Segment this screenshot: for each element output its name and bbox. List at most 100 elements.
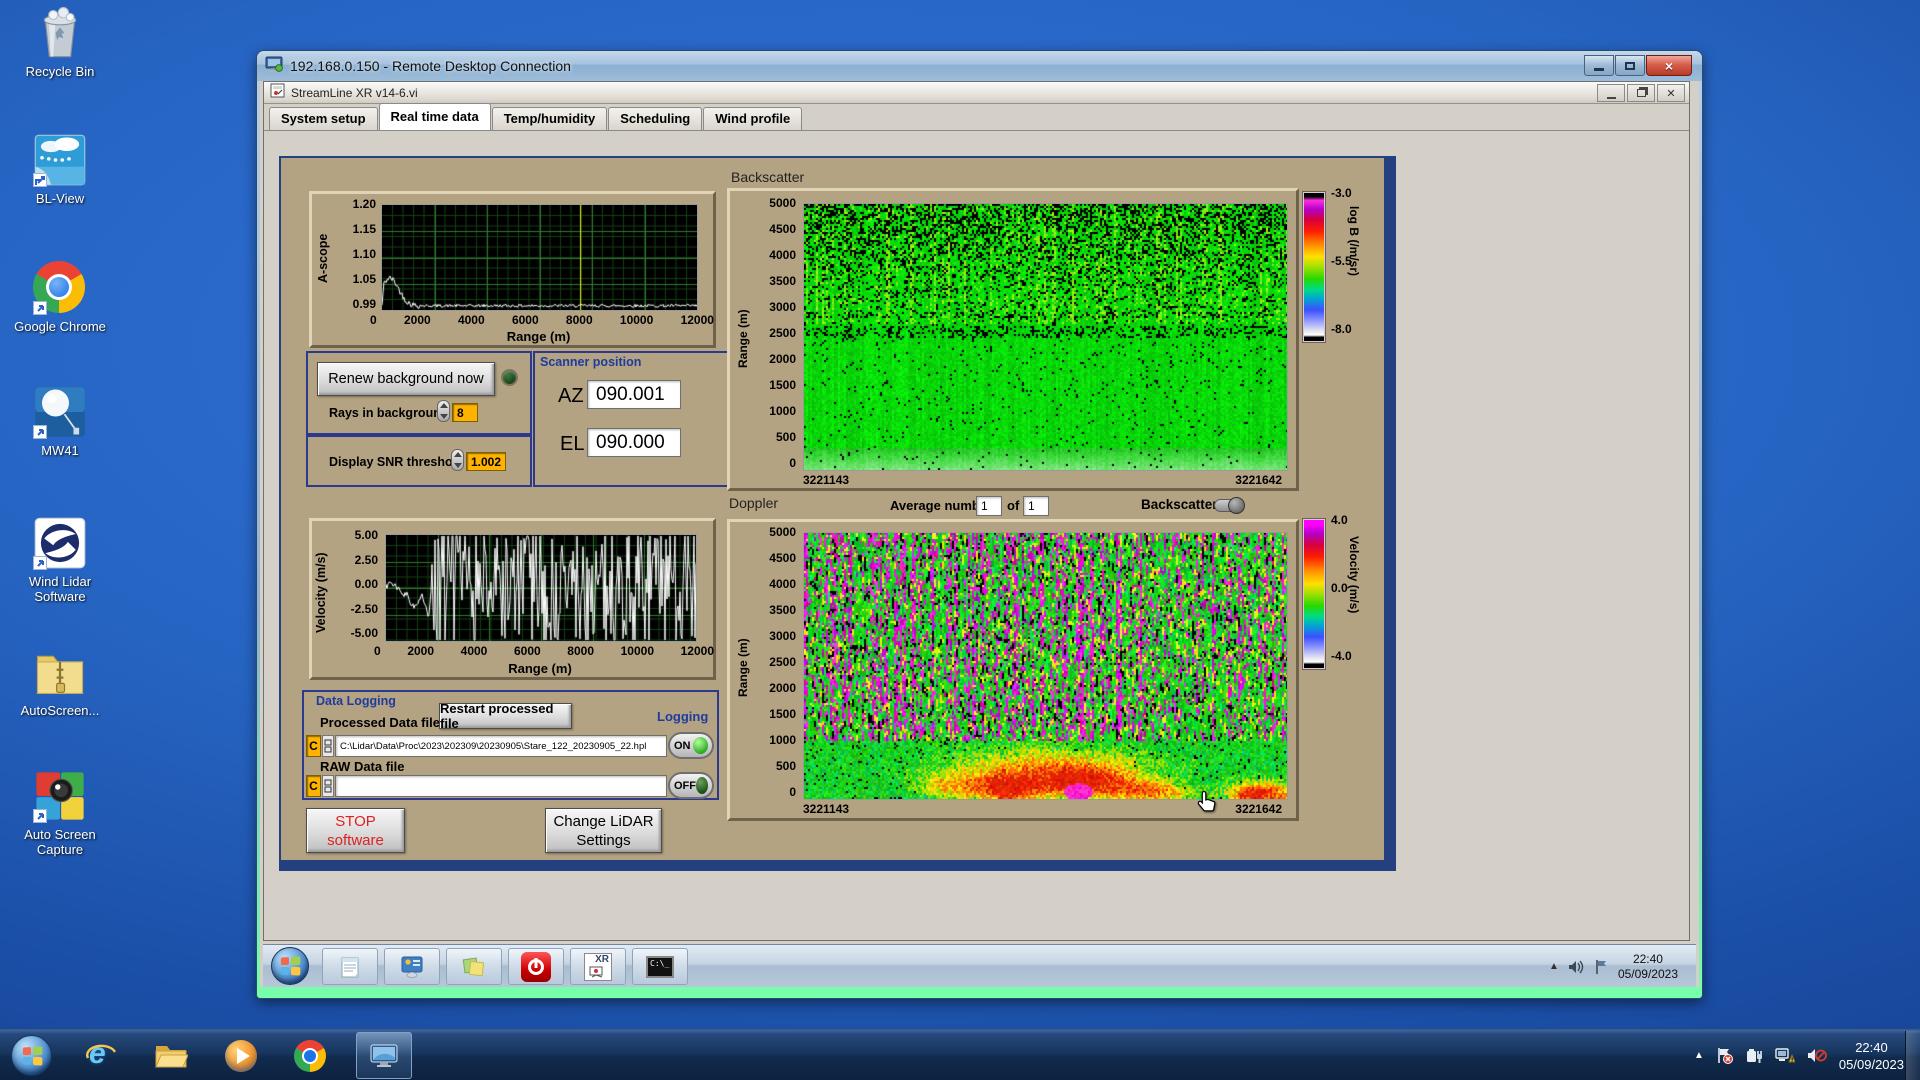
host-taskbar: e ▲ 22:40 05/09/2023 (0, 1029, 1920, 1080)
tab-wind-profile[interactable]: Wind profile (703, 107, 803, 130)
wind-lidar-icon (33, 516, 87, 570)
rdp-minimize-button[interactable] (1584, 55, 1614, 76)
app-titlebar[interactable]: StreamLine XR v14-6.vi ✕ (264, 82, 1689, 104)
desktop-icon-mw41[interactable]: MW41 (8, 385, 112, 458)
rays-value-field[interactable]: 8 (452, 403, 478, 422)
doppler-graph: Range (m) 5000 4500 4000 3500 3000 2500 2000 15… (727, 519, 1299, 821)
taskbar-internet-explorer-button[interactable]: e (84, 1037, 118, 1073)
tab-real-time-data[interactable]: Real time data (378, 103, 491, 130)
taskbar-media-player-button[interactable] (224, 1039, 258, 1073)
average-count-field[interactable]: 1 (1023, 496, 1049, 516)
auto-screen-capture-icon (33, 769, 87, 823)
stop-line2: software (327, 831, 384, 849)
remote-taskbar-display-settings-button[interactable] (384, 948, 440, 985)
remote-taskbar-command-prompt-button[interactable]: C:\_ (632, 948, 688, 985)
az-value-field[interactable]: 090.001 (587, 380, 681, 409)
velocity-plot[interactable] (385, 534, 697, 642)
remote-taskbar-notepad-button[interactable] (322, 948, 378, 985)
raw-path-browse-icon[interactable] (322, 775, 334, 797)
ascope-y-axis-label: A-scope (316, 233, 330, 284)
change-line1: Change LiDAR (553, 812, 654, 830)
desktop-icon-auto-screen-capture[interactable]: Auto Screen Capture (8, 769, 112, 857)
network-warning-icon[interactable] (1775, 1047, 1795, 1064)
tick-label: 4000 (769, 577, 796, 591)
tick-label: 8000 (565, 313, 593, 327)
tick-label: 2000 (769, 352, 796, 366)
ascope-plot[interactable] (381, 204, 698, 311)
stop-software-button[interactable]: STOP software (306, 808, 405, 853)
tick-label: -5.00 (350, 626, 378, 640)
raw-path-field[interactable] (335, 775, 667, 797)
system-tray: ▲ 22:40 05/09/2023 (1694, 1030, 1904, 1080)
tick-label: 500 (775, 759, 796, 773)
desktop-icon-recycle-bin[interactable]: Recycle Bin (8, 6, 112, 79)
processed-path-browse-icon[interactable] (322, 735, 334, 757)
display-settings-icon (401, 956, 423, 978)
vi-icon (270, 83, 285, 103)
doppler-heatmap[interactable] (803, 532, 1288, 800)
raw-drive-letter[interactable]: C (306, 775, 321, 797)
media-player-icon (225, 1040, 257, 1072)
clock[interactable]: 22:40 05/09/2023 (1839, 1039, 1904, 1073)
backscatter-toggle-switch[interactable] (1214, 497, 1245, 514)
el-value-field[interactable]: 090.000 (587, 428, 681, 457)
desktop-icon-bl-view[interactable]: BL-View (8, 133, 112, 206)
tick-label: -2.50 (350, 601, 378, 616)
volume-icon[interactable] (1568, 959, 1585, 975)
taskbar-chrome-button[interactable] (293, 1039, 327, 1073)
increment-icon (453, 452, 462, 457)
remote-taskbar-streamline-xr-button[interactable]: XR (570, 948, 626, 985)
remote-start-button[interactable] (271, 947, 309, 985)
el-label: EL (560, 433, 585, 455)
desktop-icon-autoscreen-zip[interactable]: AutoScreen... (8, 645, 112, 718)
action-center-flag-icon[interactable] (1594, 959, 1609, 975)
tab-scheduling[interactable]: Scheduling (608, 107, 703, 130)
snr-value-field[interactable]: 1.002 (466, 452, 506, 471)
tick-label: 500 (775, 430, 796, 444)
raw-logging-toggle[interactable]: OFF (668, 772, 714, 799)
tab-temp-humidity[interactable]: Temp/humidity (491, 107, 608, 130)
volume-muted-icon[interactable] (1807, 1047, 1827, 1064)
desktop-icon-google-chrome[interactable]: Google Chrome (8, 261, 112, 334)
rdp-window-title: 192.168.0.150 - Remote Desktop Connectio… (290, 58, 571, 74)
rays-spinner[interactable] (437, 400, 450, 422)
app-close-button[interactable]: ✕ (1657, 84, 1685, 102)
tab-strip: System setup Real time data Temp/humidit… (264, 103, 1689, 131)
show-hidden-icons-icon[interactable]: ▲ (1694, 1050, 1704, 1061)
show-desktop-button[interactable] (1905, 1031, 1920, 1080)
change-lidar-settings-button[interactable]: Change LiDAR Settings (545, 808, 662, 853)
show-hidden-icons-icon[interactable]: ▲ (1549, 961, 1559, 972)
restart-processed-file-button[interactable]: Restart processed file (439, 701, 572, 731)
average-number-field[interactable]: 1 (976, 496, 1002, 516)
tick-label: 10000 (619, 313, 654, 327)
renew-background-button[interactable]: Renew background now (317, 362, 495, 396)
rdp-titlebar[interactable]: 192.168.0.150 - Remote Desktop Connectio… (257, 51, 1702, 81)
desktop-icon-label: MW41 (41, 443, 79, 458)
front-panel: A-scope 1.20 1.15 1.10 1.05 0.99 0 2000 4000 60… (281, 158, 1384, 860)
ascope-graph: A-scope 1.20 1.15 1.10 1.05 0.99 0 2000 4000 60… (309, 191, 716, 348)
remote-taskbar-stop-button[interactable] (508, 948, 564, 985)
app-minimize-button[interactable] (1597, 84, 1625, 102)
app-restore-button[interactable] (1627, 84, 1655, 102)
desktop-icon-wind-lidar-software[interactable]: Wind Lidar Software (8, 516, 112, 604)
processed-logging-toggle[interactable]: ON (668, 732, 714, 759)
processed-drive-letter[interactable]: C (306, 735, 321, 757)
remote-clock[interactable]: 22:40 05/09/2023 (1618, 952, 1678, 982)
rdp-close-button[interactable]: × (1646, 55, 1692, 76)
remote-taskbar-sticky-notes-button[interactable] (446, 948, 502, 985)
command-prompt-icon: C:\_ (646, 955, 674, 978)
taskbar-explorer-button[interactable] (154, 1039, 188, 1073)
rdp-maximize-button[interactable] (1615, 55, 1645, 76)
start-button[interactable] (11, 1035, 52, 1076)
backscatter-x-start: 3221143 (803, 473, 850, 487)
velocity-graph: Velocity (m/s) 5.00 2.50 0.00 -2.50 -5.00 0 2… (309, 518, 716, 680)
taskbar-rdp-button-active[interactable] (356, 1032, 412, 1079)
backscatter-heatmap[interactable] (803, 203, 1288, 471)
power-battery-icon[interactable] (1745, 1047, 1763, 1064)
snr-spinner[interactable] (451, 449, 464, 471)
tab-system-setup[interactable]: System setup (269, 107, 378, 130)
tick-label: 1.15 (352, 222, 376, 236)
action-center-flag-error-icon[interactable] (1716, 1047, 1733, 1064)
power-stop-icon (521, 951, 551, 982)
processed-path-field[interactable]: C:\Lidar\Data\Proc\2023\202309\20230905\… (335, 735, 667, 757)
